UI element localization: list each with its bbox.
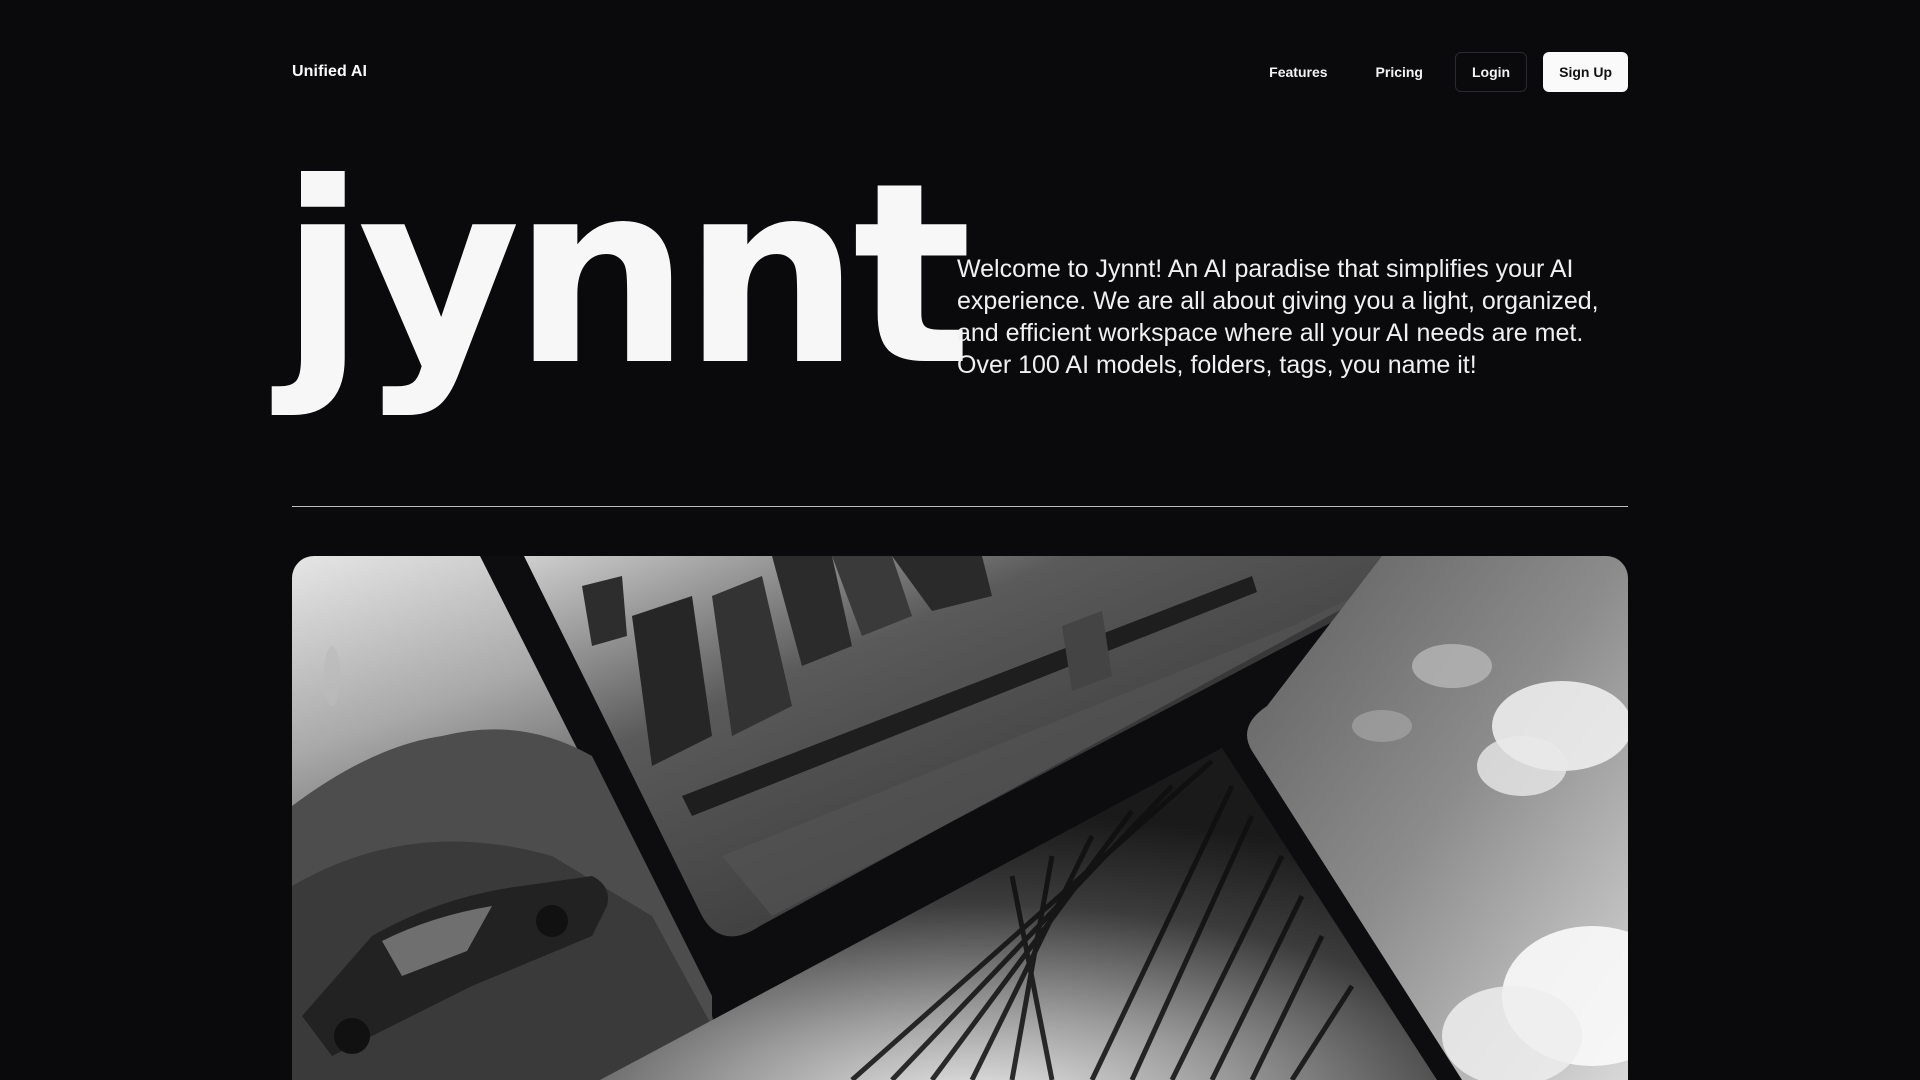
section-divider xyxy=(292,506,1628,507)
page: Unified AI Features Pricing Login Sign U… xyxy=(280,0,1628,1080)
sign-up-button[interactable]: Sign Up xyxy=(1543,52,1628,92)
nav-link-features[interactable]: Features xyxy=(1245,64,1351,80)
hero-intro-text: Welcome to Jynnt! An AI paradise that si… xyxy=(957,255,1599,379)
hero-logo-wordmark: jynnt xyxy=(280,129,972,420)
nav-link-pricing[interactable]: Pricing xyxy=(1352,64,1447,80)
login-button[interactable]: Login xyxy=(1455,52,1528,92)
nav-actions: Features Pricing Login Sign Up xyxy=(1245,52,1628,92)
brand-logo[interactable]: Unified AI xyxy=(292,63,367,81)
top-nav: Unified AI Features Pricing Login Sign U… xyxy=(292,52,1628,92)
image-collage xyxy=(292,556,1628,1080)
